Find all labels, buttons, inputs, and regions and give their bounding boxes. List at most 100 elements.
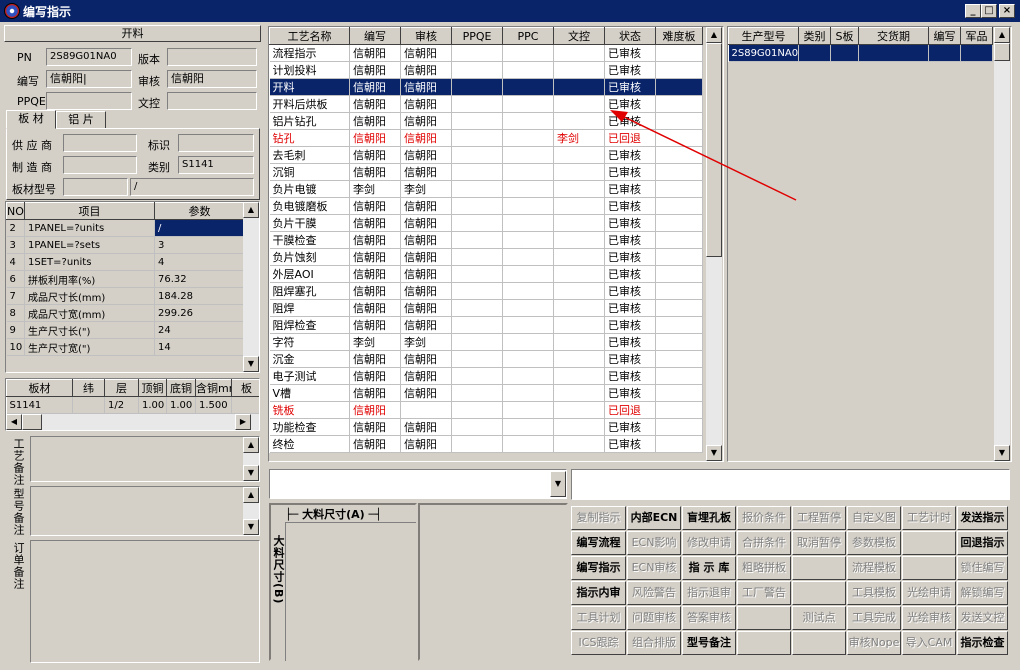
model-scroll-thumb[interactable] [994, 43, 1010, 61]
action-button[interactable]: 参数模板 [847, 531, 901, 555]
model-col[interactable]: 交货期 [858, 27, 929, 45]
chevron-down-icon[interactable]: ▼ [550, 471, 566, 497]
scroll-up-icon[interactable]: ▲ [243, 202, 259, 218]
process-col[interactable]: 难度板 [655, 27, 703, 45]
action-button[interactable]: 答案审核 [682, 606, 736, 630]
action-button[interactable]: 审核Nope [847, 631, 901, 655]
doc-field[interactable] [167, 92, 257, 110]
process-row[interactable]: 电子测试 信朝阳 信朝阳 已审核 [269, 367, 703, 385]
process-col[interactable]: PPQE [451, 27, 503, 45]
mat-row[interactable]: S1141 1/2 1.00 1.00 1.500 [6, 396, 259, 414]
process-col[interactable]: 工艺名称 [269, 27, 350, 45]
material-hscroll[interactable]: ◀ ▶ [6, 414, 259, 430]
mat-col[interactable]: 纬 [72, 379, 105, 397]
action-button[interactable]: 自定义图 [847, 506, 901, 530]
empty-button[interactable] [902, 556, 956, 580]
process-row[interactable]: 负片干膜 信朝阳 信朝阳 已审核 [269, 214, 703, 232]
scroll-down-icon[interactable]: ▼ [706, 445, 722, 461]
param-row[interactable]: 7 成品尺寸长(mm) 184.28 [6, 287, 245, 305]
hscroll-thumb[interactable] [22, 414, 42, 430]
param-row[interactable]: 3 1PANEL=?sets 3 [6, 236, 245, 254]
param-row[interactable]: 8 成品尺寸宽(mm) 299.26 [6, 304, 245, 322]
empty-button[interactable] [737, 631, 791, 655]
action-button[interactable]: 内部ECN [627, 506, 681, 530]
action-button[interactable]: ICS跟踪 [571, 631, 626, 655]
process-row[interactable]: 外层AOI 信朝阳 信朝阳 已审核 [269, 265, 703, 283]
action-button[interactable]: 合拼条件 [737, 531, 791, 555]
param-row[interactable]: 10 生产尺寸宽(") 14 [6, 338, 245, 356]
model-scrollbar[interactable]: ▲ ▼ [994, 27, 1010, 461]
scroll-up-icon[interactable]: ▲ [706, 27, 722, 43]
scroll-up-icon[interactable]: ▲ [994, 27, 1010, 43]
action-button[interactable]: 测试点 [792, 606, 846, 630]
minimize-button[interactable]: _ [965, 4, 981, 18]
tab-board[interactable]: 板 材 [6, 110, 56, 129]
model-col[interactable]: S板 [830, 27, 859, 45]
action-button[interactable]: 修改申请 [682, 531, 736, 555]
process-row[interactable]: 阻焊 信朝阳 信朝阳 已审核 [269, 299, 703, 317]
review-field[interactable]: 信朝阳 [167, 70, 257, 88]
process-row[interactable]: V槽 信朝阳 信朝阳 已审核 [269, 384, 703, 402]
action-button[interactable]: 问题审核 [627, 606, 681, 630]
process-col[interactable]: 编写 [349, 27, 401, 45]
mark-field[interactable] [178, 134, 254, 152]
params-scrollbar[interactable]: ▲ ▼ [243, 202, 259, 372]
model-col[interactable]: 编写 [928, 27, 961, 45]
action-button[interactable]: 组合排版 [627, 631, 681, 655]
action-button[interactable]: 光绘审核 [902, 606, 956, 630]
col-param[interactable]: 参数 [154, 202, 245, 220]
empty-button[interactable] [737, 606, 791, 630]
process-col[interactable]: 审核 [400, 27, 452, 45]
process-col[interactable]: PPC [502, 27, 554, 45]
action-button[interactable]: 发送指示 [957, 506, 1008, 530]
scroll-left-icon[interactable]: ◀ [6, 414, 22, 430]
action-button[interactable]: 编写指示 [571, 556, 626, 580]
action-button[interactable]: 编写流程 [571, 531, 626, 555]
process-row[interactable]: 阻焊检查 信朝阳 信朝阳 已审核 [269, 316, 703, 334]
model-field-2[interactable]: / [130, 178, 254, 196]
mat-col[interactable]: 底铜 [166, 379, 196, 397]
process-note-field[interactable]: ▲ ▼ [30, 436, 260, 482]
action-button[interactable]: ECN审核 [627, 556, 681, 580]
order-note-field[interactable] [30, 540, 260, 663]
process-row[interactable]: 终检 信朝阳 信朝阳 已审核 [269, 435, 703, 453]
supplier-field[interactable] [63, 134, 137, 152]
mat-col[interactable]: 板 [231, 379, 259, 397]
action-button[interactable]: 工程暂停 [792, 506, 846, 530]
action-button[interactable]: 指示退审 [682, 581, 736, 605]
model-col[interactable]: 类别 [798, 27, 831, 45]
action-button[interactable]: 粗略拼板 [737, 556, 791, 580]
action-button[interactable]: 工具模板 [847, 581, 901, 605]
action-button[interactable]: 指示内审 [571, 581, 626, 605]
param-row[interactable]: 4 1SET=?units 4 [6, 253, 245, 271]
version-field[interactable] [167, 48, 257, 66]
param-row[interactable]: 6 拼板利用率(%) 76.32 [6, 270, 245, 288]
scroll-down-icon[interactable]: ▼ [243, 356, 259, 372]
action-button[interactable]: 工艺计时 [902, 506, 956, 530]
action-button[interactable]: 发送文控 [957, 606, 1008, 630]
mat-col[interactable]: 板材 [6, 379, 73, 397]
action-button[interactable]: 指 示 库 [682, 556, 736, 580]
model-field[interactable] [63, 178, 128, 196]
process-select[interactable]: ▼ [269, 469, 567, 499]
action-button[interactable]: 指示检查 [957, 631, 1008, 655]
col-item[interactable]: 项目 [24, 202, 155, 220]
param-row[interactable]: 2 1PANEL=?units / [6, 219, 245, 237]
process-col[interactable]: 状态 [604, 27, 656, 45]
action-button[interactable]: 回退指示 [957, 531, 1008, 555]
process-row[interactable]: 字符 李剑 李剑 已审核 [269, 333, 703, 351]
action-button[interactable]: 盲埋孔板 [682, 506, 736, 530]
action-button[interactable]: 导入CAM [902, 631, 956, 655]
note-input[interactable] [571, 469, 1010, 500]
ppqe-field[interactable] [46, 92, 132, 110]
action-button[interactable]: 风险警告 [627, 581, 681, 605]
model-note-field[interactable]: ▲ ▼ [30, 486, 260, 536]
process-row[interactable]: 干膜检查 信朝阳 信朝阳 已审核 [269, 231, 703, 249]
process-col[interactable]: 文控 [553, 27, 605, 45]
model-row[interactable]: 2S89G01NA0 [728, 44, 993, 62]
pn-field[interactable]: 2S89G01NA0 [46, 48, 132, 66]
action-button[interactable]: ECN影响 [627, 531, 681, 555]
action-button[interactable]: 工厂警告 [737, 581, 791, 605]
action-button[interactable]: 解锁编写 [957, 581, 1008, 605]
process-row[interactable]: 流程指示 信朝阳 信朝阳 已审核 [269, 44, 703, 62]
